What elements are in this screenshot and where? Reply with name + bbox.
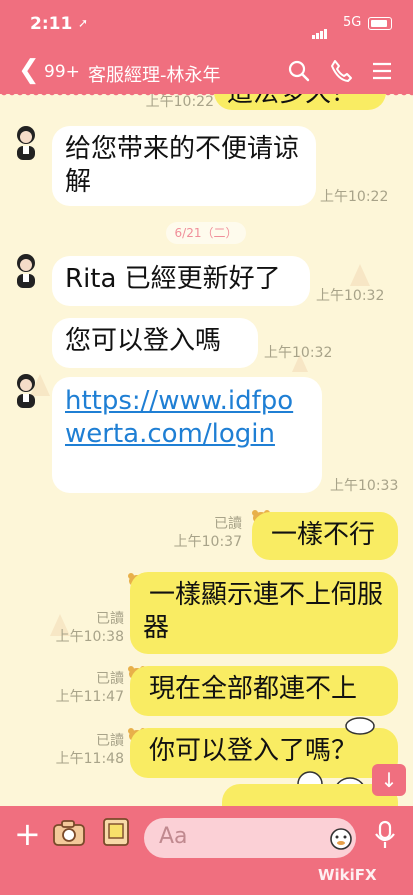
message-time: 上午10:33 <box>330 478 399 494</box>
message-bubble[interactable]: 一樣不行 <box>252 512 398 560</box>
watermark: WikiFX <box>318 866 377 884</box>
status-bar: 2:11 ➚ 5G <box>0 0 413 50</box>
menu-icon[interactable] <box>369 58 395 84</box>
message-input[interactable]: Aa <box>144 818 356 858</box>
gallery-icon[interactable] <box>102 817 130 847</box>
message-text: Rita 已經更新好了 <box>65 264 281 294</box>
location-arrow-icon: ➚ <box>78 16 89 30</box>
network-type: 5G <box>343 15 362 30</box>
message-bubble[interactable]: https://www.idfpowerta.com/login <box>52 377 322 493</box>
message-time: 上午11:48 <box>55 751 124 767</box>
message-meta: 已讀 上午10:37 <box>150 515 242 551</box>
message-time: 上午10:37 <box>173 534 242 550</box>
message-time: 上午10:32 <box>264 345 333 361</box>
message-time: 上午10:32 <box>316 288 385 304</box>
composer-bar: + Aa WikiFX <box>0 806 413 895</box>
phone-icon[interactable] <box>328 58 354 84</box>
signal-icon <box>312 20 328 39</box>
message-bubble[interactable]: 現在全部都連不上 <box>130 666 398 716</box>
message-input-placeholder: Aa <box>159 824 188 849</box>
message-text: 一樣顯示連不上伺服器 <box>143 580 384 643</box>
camera-icon[interactable] <box>52 819 86 847</box>
message-meta: 已讀 上午11:47 <box>30 670 124 706</box>
plus-icon[interactable]: + <box>14 814 41 854</box>
avatar[interactable] <box>12 252 40 290</box>
message-bubble[interactable]: Rita 已經更新好了 <box>52 256 310 306</box>
message-text: 現在全部都連不上 <box>149 674 358 704</box>
message-bubble[interactable]: 一樣顯示連不上伺服器 <box>130 572 398 654</box>
unread-count[interactable]: 99+ <box>44 62 80 82</box>
message-time: 上午10:38 <box>55 629 124 645</box>
message-link[interactable]: https://www.idfpowerta.com/login <box>65 386 293 449</box>
back-chevron-icon[interactable]: ❮ <box>18 54 40 86</box>
chat-title: 客服經理-林永年 <box>88 65 221 86</box>
avatar[interactable] <box>12 372 40 410</box>
message-bubble[interactable]: 给您带来的不便请谅解 <box>52 126 316 206</box>
message-bubble[interactable]: 這法多久？ <box>214 94 386 110</box>
read-label: 已讀 <box>96 671 124 687</box>
read-label: 已讀 <box>96 611 124 627</box>
message-list[interactable]: 這法多久？ 上午10:22 给您带来的不便请谅解 上午10:22 6/21（二）… <box>0 94 413 806</box>
search-icon[interactable] <box>286 58 312 84</box>
clock: 2:11 <box>30 14 73 34</box>
date-divider: 6/21（二） <box>166 222 246 244</box>
emoji-sticker-icon[interactable] <box>328 825 354 851</box>
message-time: 上午11:47 <box>55 689 124 705</box>
message-time: 上午10:22 <box>320 189 389 205</box>
message-meta: 已讀 上午10:38 <box>30 610 124 646</box>
message-text: 给您带来的不便请谅解 <box>65 134 300 197</box>
avatar[interactable] <box>12 124 40 162</box>
read-label: 已讀 <box>214 516 242 532</box>
message-bubble[interactable]: 您可以登入嗎 <box>52 318 258 368</box>
message-text: 這法多久？ <box>227 94 357 108</box>
message-meta: 已讀 上午11:48 <box>30 732 124 768</box>
microphone-icon[interactable] <box>374 820 396 850</box>
chat-header: ❮ 99+ 客服經理-林永年 <box>0 50 413 98</box>
scroll-to-bottom-button[interactable]: ↓ <box>372 764 406 796</box>
read-label: 已讀 <box>96 733 124 749</box>
message-text: 一樣不行 <box>271 520 376 550</box>
message-text: 您可以登入嗎 <box>65 326 222 356</box>
message-time: 上午10:22 <box>145 94 214 110</box>
battery-icon <box>368 17 392 30</box>
